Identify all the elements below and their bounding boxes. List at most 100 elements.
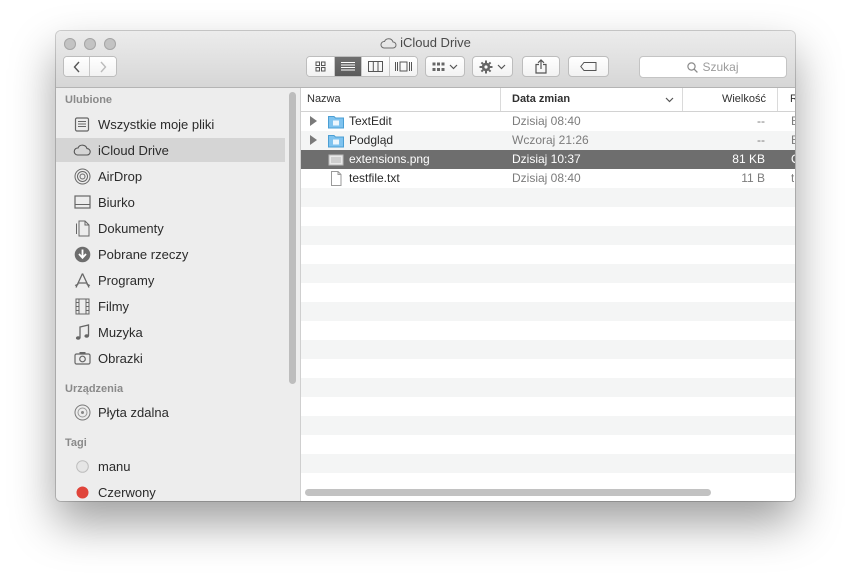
download-icon xyxy=(73,245,91,263)
tags-header: Tagi xyxy=(65,437,87,449)
sidebar-item-label: manu xyxy=(98,458,131,474)
horizontal-scrollbar[interactable] xyxy=(305,489,711,496)
file-date: Dzisiaj 08:40 xyxy=(512,114,581,128)
column-name-header[interactable]: Nazwa xyxy=(307,88,341,111)
gear-icon xyxy=(479,60,493,73)
share-icon xyxy=(535,59,547,74)
file-kind: O xyxy=(791,150,795,169)
disclosure-triangle-icon[interactable] xyxy=(310,116,317,126)
list-view-button[interactable] xyxy=(334,57,362,76)
chevron-left-icon xyxy=(73,61,80,72)
tag-color-dot-icon xyxy=(73,483,91,501)
search-placeholder: Szukaj xyxy=(702,60,739,74)
sidebar-item-documents[interactable]: Dokumenty xyxy=(56,216,285,240)
file-size: 81 KB xyxy=(732,152,765,166)
file-size: -- xyxy=(757,133,765,147)
sidebar-item-remote-disc[interactable]: Płyta zdalna xyxy=(56,400,285,424)
disclosure-triangle-icon[interactable] xyxy=(310,135,317,145)
sidebar-item-label: Czerwony xyxy=(98,484,156,500)
text-file-icon xyxy=(331,171,342,186)
folder-icon xyxy=(328,116,344,129)
tag-button[interactable] xyxy=(568,56,609,77)
favorites-header: Ulubione xyxy=(65,94,113,106)
file-kind: B xyxy=(791,112,795,131)
file-row[interactable]: testfile.txt Dzisiaj 08:40 11 B t xyxy=(301,169,795,188)
window-title: iCloud Drive xyxy=(56,35,795,50)
sidebar-item-tag-manu[interactable]: manu xyxy=(56,454,285,478)
column-date-header[interactable]: Data zmian xyxy=(512,88,570,111)
cover-flow-icon xyxy=(394,61,412,72)
column-divider[interactable] xyxy=(500,88,501,111)
sidebar-item-icloud-drive[interactable]: iCloud Drive xyxy=(56,138,285,162)
sidebar-item-label: Dokumenty xyxy=(98,220,164,236)
empty-row xyxy=(301,302,795,321)
airdrop-icon xyxy=(73,167,91,185)
sidebar-item-all-files[interactable]: Wszystkie moje pliki xyxy=(56,112,285,136)
empty-row xyxy=(301,416,795,435)
file-row[interactable]: TextEdit Dzisiaj 08:40 -- B xyxy=(301,112,795,131)
column-divider[interactable] xyxy=(777,88,778,111)
sidebar-item-music[interactable]: Muzyka xyxy=(56,320,285,344)
empty-row xyxy=(301,226,795,245)
icon-view-button[interactable] xyxy=(307,57,335,76)
column-kind-header[interactable]: R xyxy=(790,88,795,111)
sidebar-item-movies[interactable]: Filmy xyxy=(56,294,285,318)
sidebar-item-label: Programy xyxy=(98,272,155,288)
tag-color-dot-icon xyxy=(73,457,91,475)
sidebar: Ulubione Wszystkie moje pliki iCloud Dri… xyxy=(56,88,301,501)
documents-icon xyxy=(73,219,91,237)
sidebar-scrollbar[interactable] xyxy=(289,92,296,384)
file-size: 11 B xyxy=(741,171,765,185)
sidebar-item-label: Wszystkie moje pliki xyxy=(98,116,215,132)
action-button[interactable] xyxy=(472,56,513,77)
tag-icon xyxy=(580,62,597,71)
arrange-button[interactable] xyxy=(425,56,465,77)
search-icon xyxy=(687,61,699,73)
sidebar-item-label: Płyta zdalna xyxy=(98,404,169,420)
column-view-button[interactable] xyxy=(362,57,390,76)
file-date: Dzisiaj 08:40 xyxy=(512,171,581,185)
chevron-down-icon xyxy=(449,64,458,69)
file-list: Nazwa Data zmian Wielkość R TextEdit Dzi… xyxy=(301,88,795,501)
column-size-header[interactable]: Wielkość xyxy=(686,88,766,111)
forward-button[interactable] xyxy=(90,57,116,76)
column-header: Nazwa Data zmian Wielkość R xyxy=(301,88,795,112)
file-name: Podgląd xyxy=(349,133,394,147)
sidebar-item-applications[interactable]: Programy xyxy=(56,268,285,292)
empty-row xyxy=(301,378,795,397)
share-button[interactable] xyxy=(522,56,560,77)
list-icon xyxy=(340,62,355,71)
back-button[interactable] xyxy=(64,57,91,76)
applications-icon xyxy=(73,271,91,289)
empty-row xyxy=(301,264,795,283)
sidebar-item-label: Pobrane rzeczy xyxy=(98,246,189,262)
devices-header: Urządzenia xyxy=(65,383,124,395)
sidebar-item-airdrop[interactable]: AirDrop xyxy=(56,164,285,188)
empty-row xyxy=(301,340,795,359)
sidebar-item-label: AirDrop xyxy=(98,168,143,184)
nav-buttons xyxy=(63,56,117,77)
pictures-icon xyxy=(73,349,91,367)
cover-flow-button[interactable] xyxy=(389,57,417,76)
file-name: testfile.txt xyxy=(349,171,400,185)
toolbar: iCloud Drive Szukaj xyxy=(56,31,795,88)
desktop-icon xyxy=(73,193,91,211)
file-size: -- xyxy=(757,114,765,128)
file-row[interactable]: extensions.png Dzisiaj 10:37 81 KB O xyxy=(301,150,795,169)
sidebar-item-pictures[interactable]: Obrazki xyxy=(56,346,285,370)
empty-row xyxy=(301,188,795,207)
file-name: TextEdit xyxy=(349,114,392,128)
column-divider[interactable] xyxy=(682,88,683,111)
empty-row xyxy=(301,454,795,473)
sidebar-item-label: Muzyka xyxy=(98,324,143,340)
window-title-text: iCloud Drive xyxy=(400,35,471,50)
arrange-icon xyxy=(432,62,445,71)
sidebar-item-downloads[interactable]: Pobrane rzeczy xyxy=(56,242,285,266)
sidebar-item-tag-red[interactable]: Czerwony xyxy=(56,480,285,501)
file-row[interactable]: Podgląd Wczoraj 21:26 -- B xyxy=(301,131,795,150)
sidebar-item-label: Filmy xyxy=(98,298,130,314)
sidebar-item-desktop[interactable]: Biurko xyxy=(56,190,285,214)
search-field[interactable]: Szukaj xyxy=(639,56,787,78)
cloud-icon xyxy=(380,38,397,49)
columns-icon xyxy=(367,61,383,72)
